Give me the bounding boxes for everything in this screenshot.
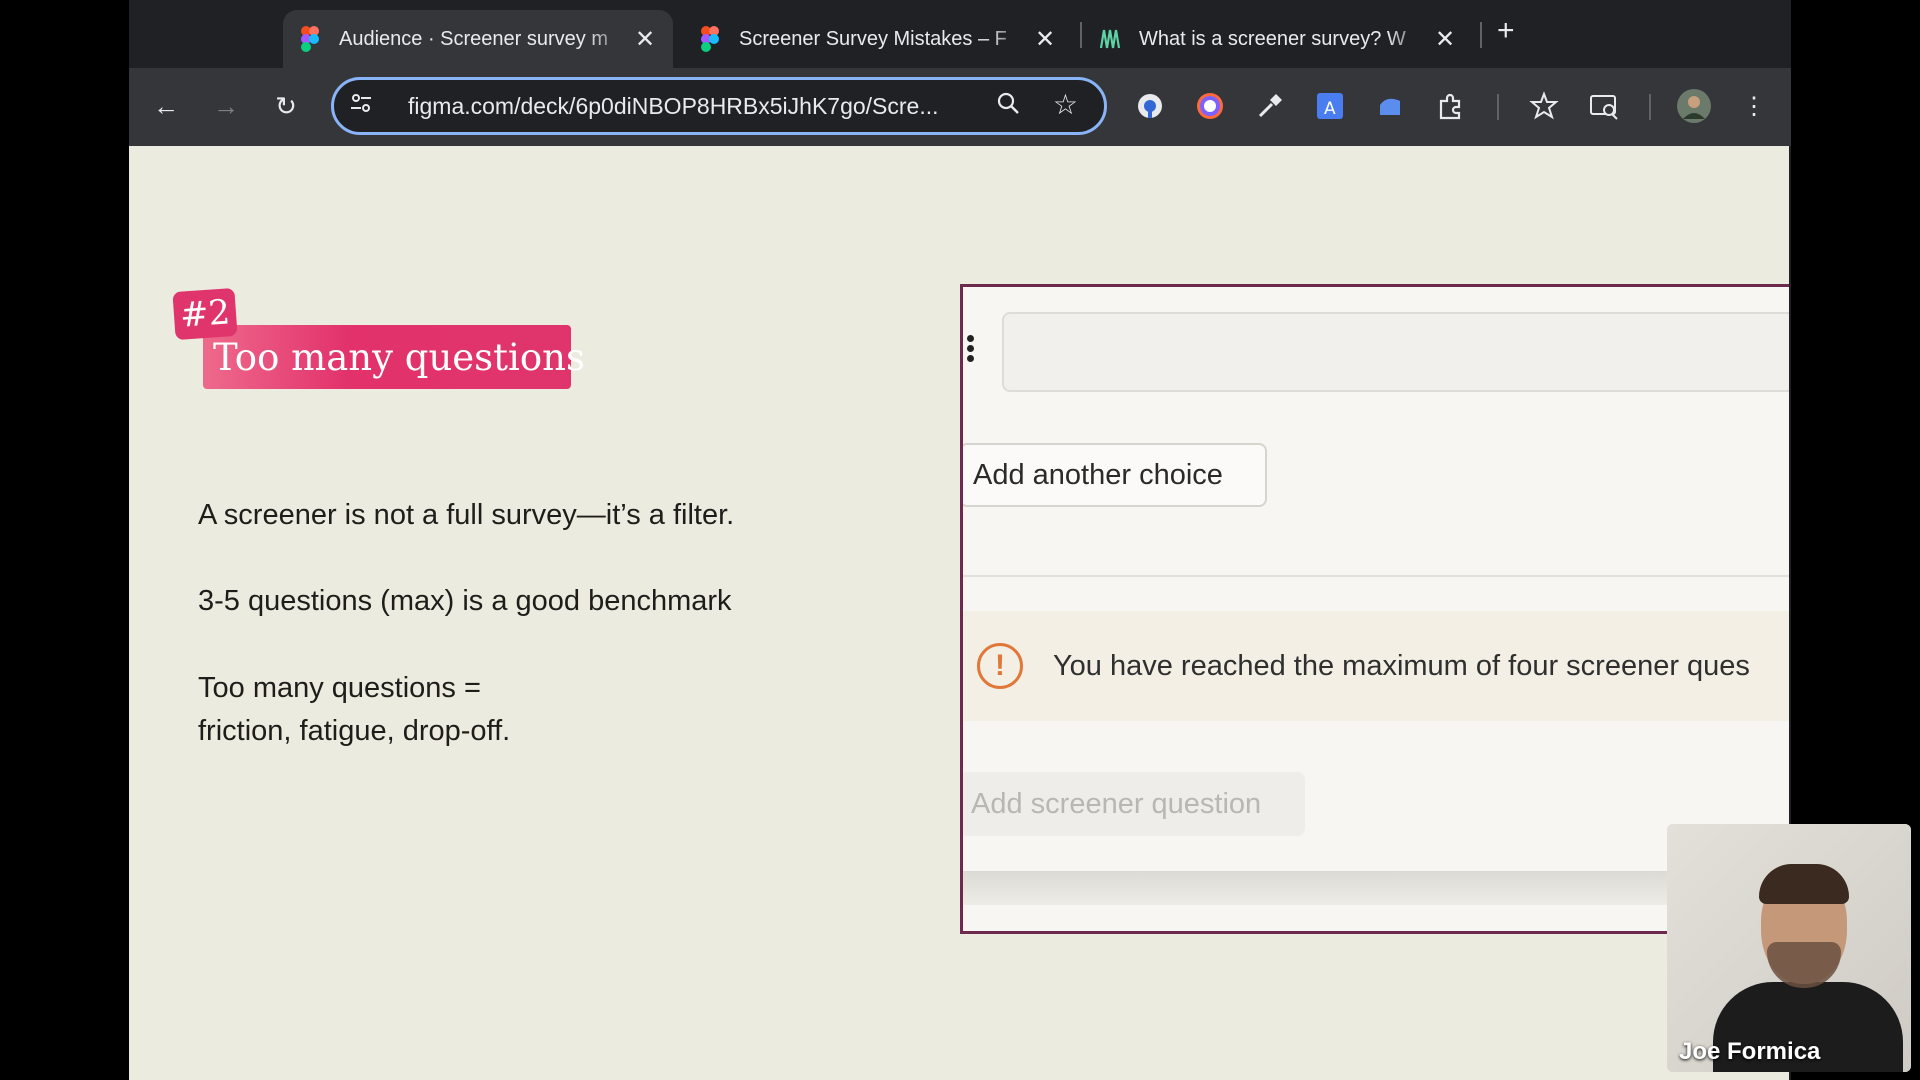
toolbar: ← → ↻ figma.com/deck/6p0diNBOP8HRBx5iJhK… <box>129 68 1791 146</box>
bookmark-star-icon[interactable]: ☆ <box>1053 88 1078 121</box>
exclamation-icon: ! <box>977 643 1023 689</box>
cloud-extension-icon[interactable] <box>1372 88 1408 124</box>
close-icon[interactable]: ✕ <box>1031 25 1059 54</box>
tab-search-icon[interactable] <box>1586 88 1622 124</box>
tab-title: Audience · Screener survey m <box>339 27 609 50</box>
alert-message: You have reached the maximum of four scr… <box>1053 649 1750 682</box>
more-menu-icon[interactable]: ⋮ <box>1736 88 1772 124</box>
presenter-hair <box>1759 864 1849 904</box>
bullet-point: A screener is not a full survey—it’s a f… <box>198 499 735 531</box>
close-icon[interactable]: ✕ <box>1431 25 1459 54</box>
url-text[interactable]: figma.com/deck/6p0diNBOP8HRBx5iJhK7go/Sc… <box>408 93 988 120</box>
tab-strip: Audience · Screener survey m ✕ Screener … <box>129 0 1791 68</box>
translate-icon[interactable]: A <box>1312 88 1348 124</box>
tab-what-is-screener[interactable]: What is a screener survey? W ✕ <box>1083 10 1473 68</box>
reload-icon[interactable]: ↻ <box>266 86 306 126</box>
site-settings-icon[interactable] <box>350 92 380 120</box>
figma-icon <box>699 26 721 52</box>
add-screener-question-button[interactable]: Add screener question <box>963 772 1305 836</box>
zoom-icon[interactable] <box>996 91 1020 122</box>
choice-input[interactable] <box>1002 312 1789 392</box>
screener-builder-screenshot: Add another choice ! You have reached th… <box>960 284 1789 934</box>
tab-separator <box>1080 22 1082 48</box>
bullet-point: Too many questions = <box>198 672 481 704</box>
toolbar-separator <box>1497 94 1499 120</box>
tab-separator <box>1480 22 1482 48</box>
password-manager-icon[interactable] <box>1132 88 1168 124</box>
new-tab-icon[interactable]: + <box>1497 14 1515 48</box>
screen-recorder-icon[interactable] <box>1192 88 1228 124</box>
eyedropper-icon[interactable] <box>1252 88 1288 124</box>
browser-window: Audience · Screener survey m ✕ Screener … <box>129 0 1791 1080</box>
close-icon[interactable]: ✕ <box>631 25 659 54</box>
site-icon <box>1099 26 1121 52</box>
presenter-name: Joe Formica <box>1679 1038 1821 1065</box>
bookmarks-icon[interactable] <box>1526 88 1562 124</box>
add-another-choice-button[interactable]: Add another choice <box>963 443 1267 507</box>
slide-page: #2 Too many questions A screener is not … <box>129 146 1789 1080</box>
figma-icon <box>299 26 321 52</box>
profile-avatar[interactable] <box>1676 88 1712 124</box>
bullet-point: 3-5 questions (max) is a good benchmark <box>198 585 732 617</box>
max-questions-alert: ! You have reached the maximum of four s… <box>963 611 1789 721</box>
forward-icon[interactable]: → <box>206 86 246 126</box>
tab-title: Screener Survey Mistakes – F <box>739 27 1007 50</box>
svg-text:A: A <box>1324 99 1336 119</box>
divider <box>963 871 1789 905</box>
slide-number-badge: #2 <box>172 287 238 341</box>
bullet-point: friction, fatigue, drop-off. <box>198 715 511 747</box>
back-icon[interactable]: ← <box>146 86 186 126</box>
drag-handle-icon[interactable] <box>967 335 977 365</box>
tab-title: What is a screener survey? W <box>1139 27 1406 50</box>
tab-audience[interactable]: Audience · Screener survey m ✕ <box>283 10 673 68</box>
tab-screener-mistakes[interactable]: Screener Survey Mistakes – F ✕ <box>683 10 1073 68</box>
slide-heading: Too many questions <box>203 325 585 389</box>
toolbar-separator <box>1649 94 1651 120</box>
extensions-puzzle-icon[interactable] <box>1432 88 1468 124</box>
address-bar[interactable]: figma.com/deck/6p0diNBOP8HRBx5iJhK7go/Sc… <box>331 77 1107 135</box>
webcam-overlay: Joe Formica <box>1667 824 1911 1072</box>
divider <box>963 575 1789 577</box>
